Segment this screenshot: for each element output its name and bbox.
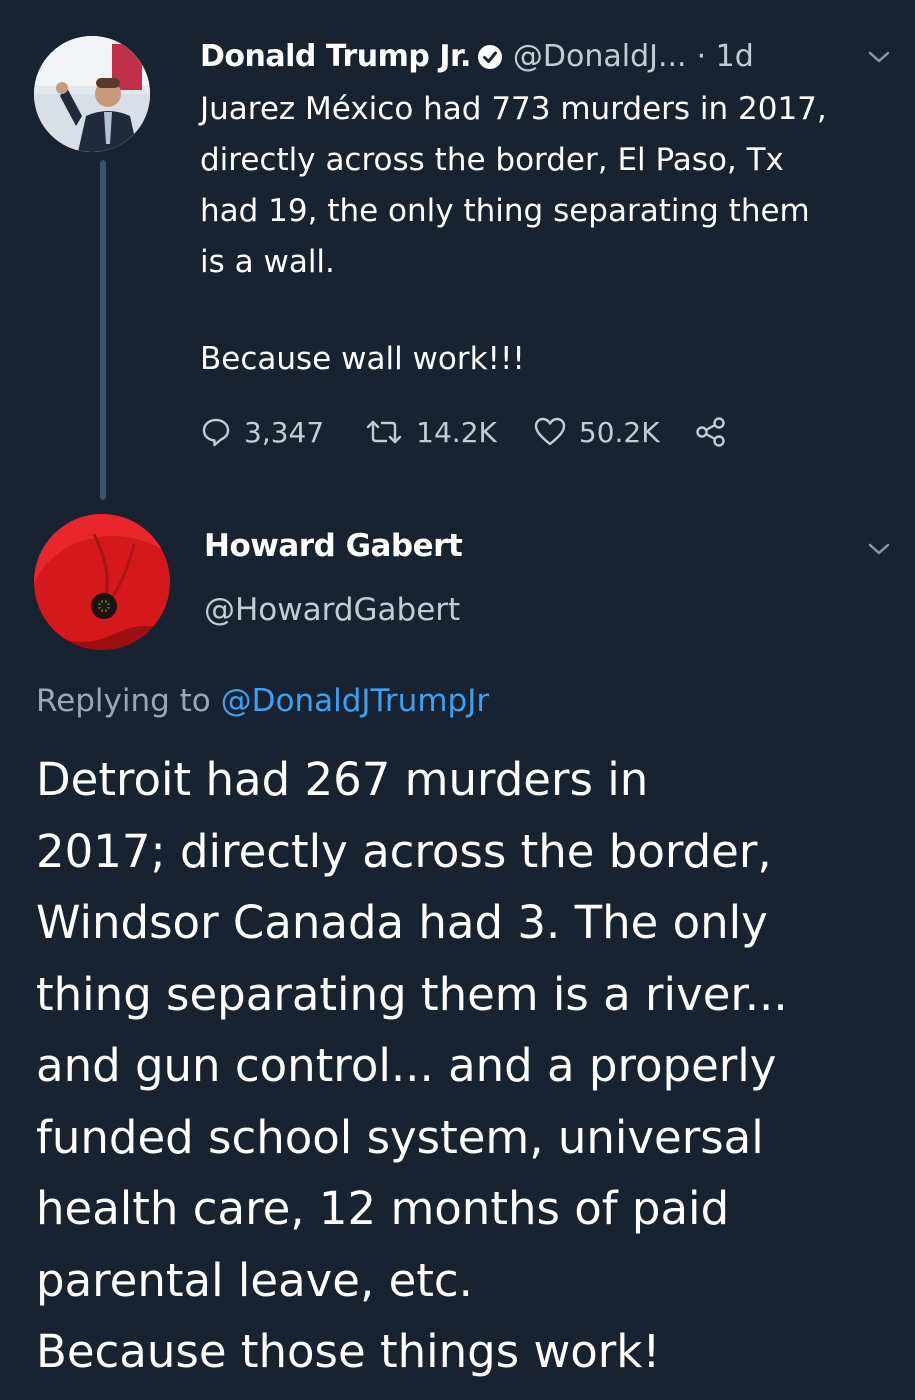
share-icon <box>694 416 728 448</box>
page: Donald Trump Jr. @DonaldJ... · 1d Juarez… <box>0 0 915 1400</box>
tweet2-handle[interactable]: @HowardGabert <box>204 592 460 628</box>
tweet1-text-line: directly across the border, El Paso, Tx <box>200 142 784 178</box>
like-count: 50.2K <box>578 415 660 449</box>
tweet2-text-line: and gun control... and a properly <box>36 1039 777 1092</box>
tweet1-text-tail: Because wall work!!! <box>200 341 525 377</box>
reply-button[interactable]: 3,347 <box>200 416 324 449</box>
chevron-down-icon[interactable] <box>866 48 892 66</box>
thread-connector <box>100 160 106 500</box>
trump-jr-avatar[interactable] <box>34 36 150 152</box>
retweet-icon <box>364 416 404 448</box>
retweet-count: 14.2K <box>416 415 497 449</box>
howard-gabert-avatar[interactable] <box>34 514 170 650</box>
replying-to-label: Replying to <box>36 683 211 719</box>
tweet1-text-line: Juarez México had 773 murders in 2017, <box>200 91 827 127</box>
tweet1-handle[interactable]: @DonaldJ... <box>513 39 687 74</box>
heart-icon <box>533 416 567 448</box>
tweet2-text-line: 2017; directly across the border, <box>36 824 772 878</box>
tweet1-text: Juarez México had 773 murders in 2017, d… <box>200 84 890 288</box>
reply-count: 3,347 <box>244 415 325 449</box>
replying-to-mention[interactable]: @DonaldJTrumpJr <box>221 683 489 719</box>
tweet1-text-line: had 19, the only thing separating them <box>200 193 810 229</box>
tweet1-author-name[interactable]: Donald Trump Jr. <box>200 39 471 74</box>
tweet2-text-line: thing separating them is a river... <box>36 967 788 1021</box>
tweet1-header: Donald Trump Jr. @DonaldJ... · 1d <box>200 34 754 78</box>
share-button[interactable] <box>694 416 728 448</box>
replying-to-line: Replying to @DonaldJTrumpJr <box>36 683 489 719</box>
verified-badge-icon <box>477 43 503 69</box>
tweet1-action-bar: 3,347 14.2K 50.2K <box>200 410 728 454</box>
tweet2-author-name[interactable]: Howard Gabert <box>204 528 463 564</box>
chevron-down-icon[interactable] <box>866 540 892 558</box>
tweet2-text-line: parental leave, etc. <box>36 1253 473 1307</box>
retweet-button[interactable]: 14.2K <box>364 416 497 449</box>
tweet1-timestamp[interactable]: · 1d <box>697 39 754 74</box>
like-button[interactable]: 50.2K <box>533 416 660 449</box>
tweet2-text: Detroit had 267 murders in 2017; directl… <box>36 744 896 1388</box>
tweet2-text-line: Detroit had 267 murders in <box>36 753 649 806</box>
reply-bubble-icon <box>200 416 232 448</box>
tweet2-text-line: Windsor Canada had 3. The only <box>36 896 768 949</box>
tweet1-text-line: is a wall. <box>200 244 335 280</box>
tweet2-text-line: funded school system, universal <box>36 1110 764 1164</box>
tweet2-text-line: Because those things work! <box>36 1325 661 1378</box>
tweet2-text-line: health care, 12 months of paid <box>36 1182 730 1235</box>
